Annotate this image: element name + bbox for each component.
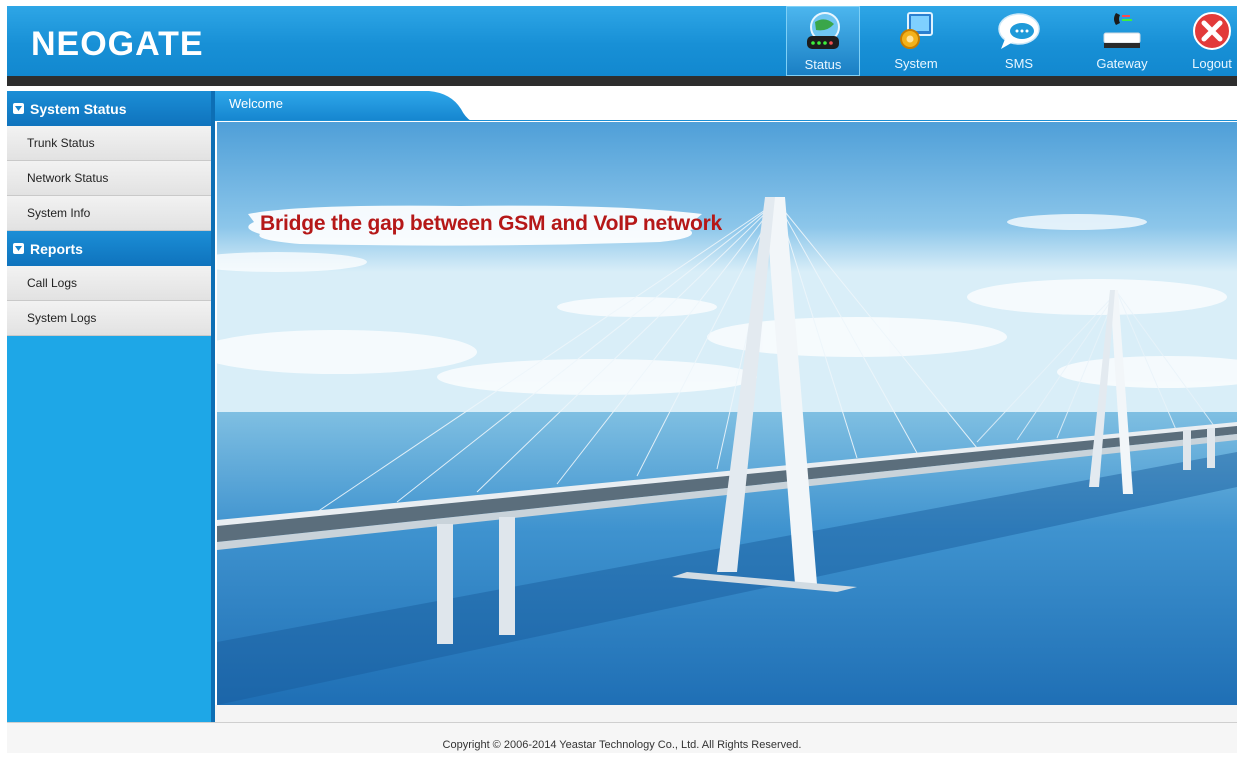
nav-system-button[interactable]: System — [886, 6, 946, 76]
sidebar-item-call-logs[interactable]: Call Logs — [7, 266, 211, 301]
tab-welcome[interactable]: Welcome — [215, 91, 471, 121]
sidebar-section-reports[interactable]: Reports — [7, 231, 211, 266]
nav-gateway-label: Gateway — [1096, 56, 1148, 71]
sidebar-section-label: System Status — [30, 100, 127, 117]
nav-gateway-button[interactable]: Gateway — [1087, 6, 1157, 76]
nav-logout-label: Logout — [1192, 56, 1232, 71]
nav-system-label: System — [894, 56, 938, 71]
monitor-gear-icon — [893, 9, 939, 53]
close-circle-icon — [1189, 9, 1235, 53]
nav-status-label: Status — [804, 57, 842, 72]
tab-bar: Welcome — [215, 91, 1237, 121]
neogate-logo: NEOGATE — [31, 25, 204, 63]
gateway-device-icon — [1099, 9, 1145, 53]
footer-copyright: Copyright © 2006-2014 Yeastar Technology… — [7, 723, 1237, 753]
sidebar: System Status Trunk Status Network Statu… — [7, 91, 211, 722]
globe-router-icon — [800, 10, 846, 54]
sidebar-section-label: Reports — [30, 240, 83, 257]
sidebar-divider — [211, 91, 215, 722]
nav-sms-label: SMS — [1004, 56, 1034, 71]
tab-welcome-label: Welcome — [229, 96, 283, 111]
chat-bubble-icon — [996, 9, 1042, 53]
tab-underline — [215, 120, 1237, 121]
sidebar-section-system-status[interactable]: System Status — [7, 91, 211, 126]
header-divider — [7, 76, 1237, 86]
nav-status-button[interactable]: Status — [786, 6, 860, 76]
sidebar-item-trunk-status[interactable]: Trunk Status — [7, 126, 211, 161]
top-header: NEOGATE Status System SMS Gateway Logout — [7, 6, 1237, 76]
collapse-caret-icon — [13, 243, 24, 254]
nav-logout-button[interactable]: Logout — [1187, 6, 1237, 76]
banner-headline: Bridge the gap between GSM and VoIP netw… — [260, 212, 723, 235]
collapse-caret-icon — [13, 103, 24, 114]
sidebar-item-network-status[interactable]: Network Status — [7, 161, 211, 196]
sidebar-item-system-info[interactable]: System Info — [7, 196, 211, 231]
sidebar-item-system-logs[interactable]: System Logs — [7, 301, 211, 336]
nav-sms-button[interactable]: SMS — [994, 6, 1044, 76]
content-bottom-strip — [215, 705, 1237, 722]
